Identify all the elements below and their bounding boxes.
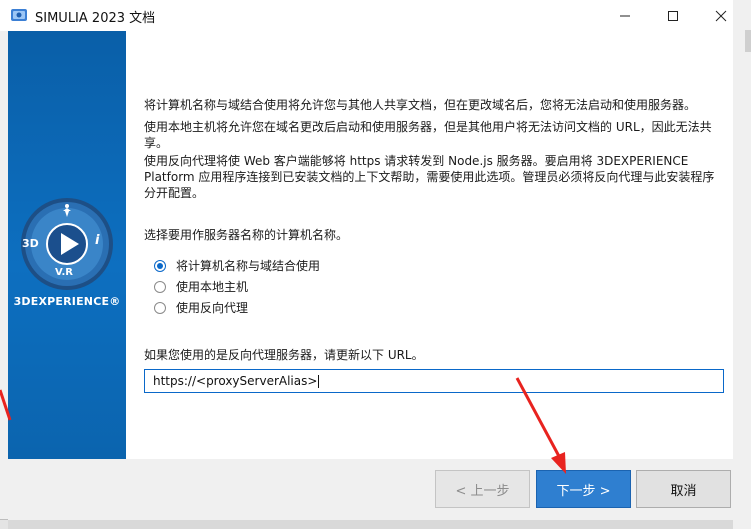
annotation-arrows <box>0 377 566 474</box>
annotation-arrow-left-icon <box>0 389 12 421</box>
annotation-arrow-icon <box>515 377 566 474</box>
